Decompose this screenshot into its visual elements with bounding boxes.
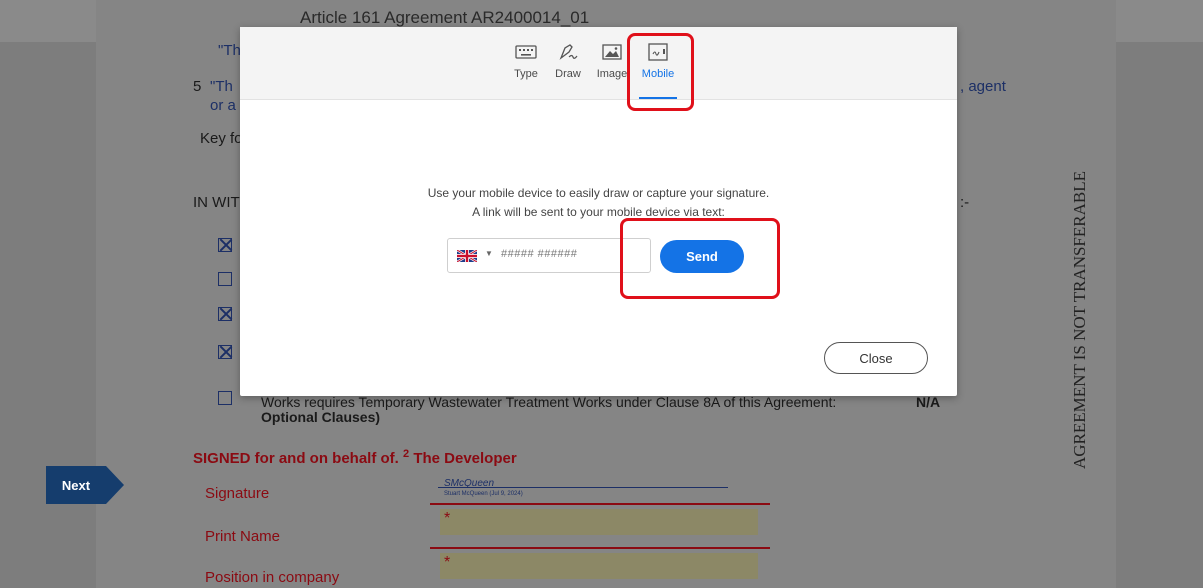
signature-caption: Stuart McQueen (Jul 9, 2024) (444, 491, 523, 497)
phone-placeholder: ##### ###### (501, 248, 578, 260)
tab-draw-label: Draw (555, 68, 581, 80)
signature-rule (438, 487, 728, 488)
clause-fragment: "Th (218, 42, 241, 59)
temporary-works-text: Works requires Temporary Wastewater Trea… (261, 394, 837, 410)
clause-checkbox-5[interactable] (218, 391, 232, 405)
print-name-divider (430, 547, 770, 549)
tab-type-label: Type (514, 68, 538, 80)
vertical-notice-text: AGREEMENT IS NOT TRANSFERABLE (1070, 171, 1089, 469)
signature-method-tabs: Type Draw Image Mobile (240, 27, 957, 100)
tab-draw[interactable]: Draw (548, 27, 588, 99)
mobile-instructions-line1: Use your mobile device to easily draw or… (427, 186, 770, 200)
clause-checkbox-4[interactable] (218, 345, 232, 359)
key-fragment: Key fo (200, 130, 243, 147)
optional-clauses-text: Optional Clauses) (261, 409, 381, 425)
clause-number: 5 (193, 78, 202, 95)
tab-image[interactable]: Image (592, 27, 632, 99)
position-field[interactable] (440, 553, 758, 579)
print-name-label: Print Name (205, 528, 281, 545)
signed-text: SIGNED for and on behalf of. (193, 450, 399, 467)
position-required: * (444, 554, 451, 571)
document-title: Article 161 Agreement AR2400014_01 (300, 8, 590, 27)
country-dropdown-caret-icon[interactable]: ▼ (485, 249, 493, 258)
clause-start: "Th (210, 78, 233, 95)
pen-icon (559, 44, 578, 60)
next-button[interactable]: Next (46, 466, 124, 504)
clause-line2: or a (210, 97, 236, 114)
clause-checkbox-2[interactable] (218, 272, 232, 286)
position-label: Position in company (205, 569, 340, 586)
image-icon (602, 44, 622, 60)
close-button[interactable]: Close (824, 342, 928, 374)
in-witness-end: :- (960, 194, 970, 211)
print-name-required: * (444, 510, 451, 527)
signature-modal: Type Draw Image Mobile Use your mobile d… (240, 27, 957, 396)
signed-party: The Developer (413, 450, 517, 467)
in-witness-text: IN WIT (193, 194, 240, 211)
clause-checkbox-1[interactable] (218, 238, 232, 252)
signature-label: Signature (205, 485, 270, 502)
tab-image-label: Image (596, 68, 628, 80)
temporary-works-value: N/A (916, 394, 941, 410)
signature-divider (430, 503, 770, 505)
print-name-field[interactable] (440, 509, 758, 535)
clause-checkbox-3[interactable] (218, 307, 232, 321)
mobile-instructions-line2: A link will be sent to your mobile devic… (472, 205, 725, 219)
tab-type[interactable]: Type (508, 27, 544, 99)
vertical-notice: AGREEMENT IS NOT TRANSFERABLE (1065, 140, 1095, 500)
signed-superscript: 2 (403, 448, 410, 460)
uk-flag-icon[interactable] (457, 250, 477, 262)
keyboard-icon (515, 45, 537, 59)
signed-heading: SIGNED for and on behalf of. 2 The Devel… (193, 448, 517, 467)
mobile-tab-highlight (627, 33, 694, 111)
send-button-highlight (620, 218, 780, 299)
clause-end: , agent (960, 78, 1006, 95)
